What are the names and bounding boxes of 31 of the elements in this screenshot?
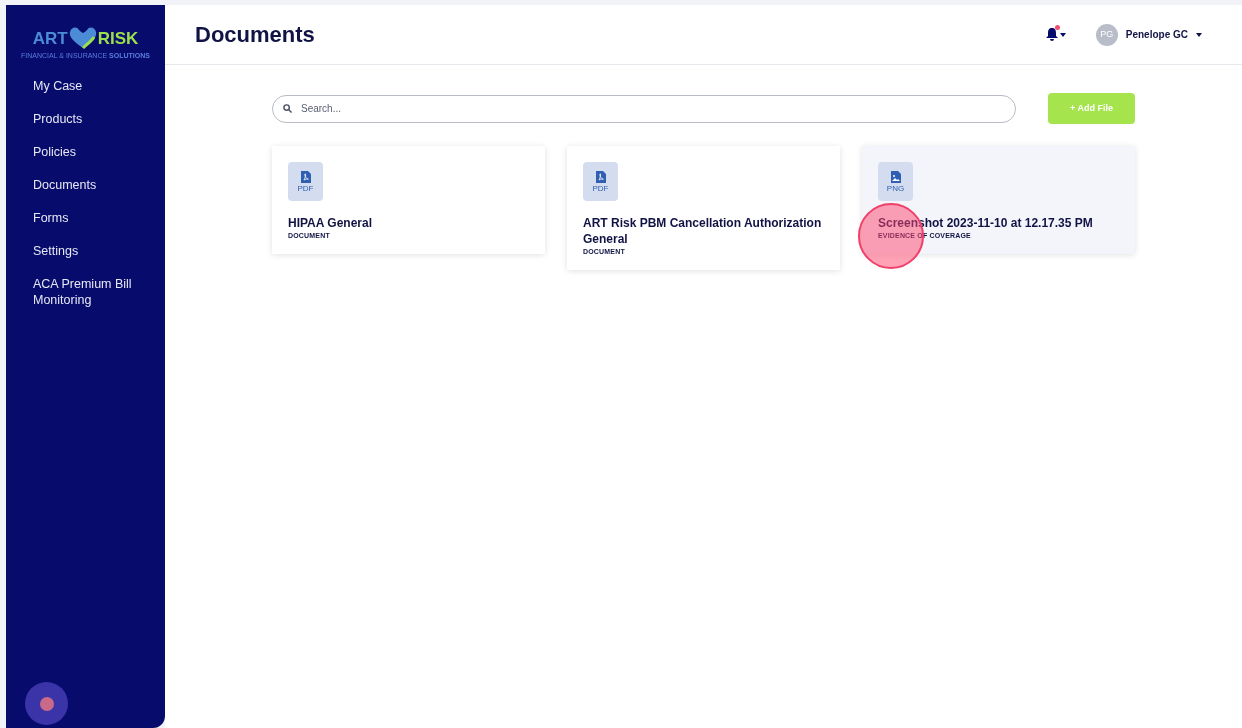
sidebar-item[interactable]: ACA Premium Bill Monitoring (33, 276, 143, 308)
sidebar-item[interactable]: Forms (33, 210, 143, 226)
sidebar-item[interactable]: Policies (33, 144, 143, 160)
document-name: Screenshot 2023-11-10 at 12.17.35 PM (878, 215, 1094, 231)
sidebar-item[interactable]: Products (33, 111, 143, 127)
sidebar-item[interactable]: Settings (33, 243, 143, 259)
bell-icon (1045, 28, 1058, 41)
sidebar-item[interactable]: Documents (33, 177, 143, 193)
dot-icon (39, 696, 54, 711)
heart-logo-icon (67, 27, 98, 49)
file-type-label: PNG (886, 184, 905, 193)
file-type-label: PDF (297, 184, 314, 193)
image-file-icon (890, 170, 901, 183)
logo-text: RISK (97, 29, 139, 47)
file-type-label: PDF (592, 184, 609, 193)
search-icon (283, 103, 292, 113)
notifications-button[interactable] (1045, 28, 1066, 41)
logo-text: ART (32, 29, 68, 47)
page-title: Documents (195, 21, 316, 49)
sidebar-item[interactable]: My Case (33, 78, 143, 94)
caret-icon (1059, 32, 1066, 37)
caret-icon (1196, 32, 1202, 37)
pdf-icon (300, 170, 311, 183)
document-name: ART Risk PBM Cancellation Authorization General (583, 215, 823, 247)
chat-launcher-button[interactable] (25, 682, 68, 725)
user-name: Penelope GC (1125, 28, 1188, 42)
pdf-icon (595, 170, 606, 183)
user-avatar: PG (1095, 23, 1118, 46)
document-name: HIPAA General (288, 215, 374, 231)
search-field[interactable]: Search... (272, 94, 1016, 123)
user-menu-button[interactable]: PG Penelope GC (1095, 23, 1202, 46)
